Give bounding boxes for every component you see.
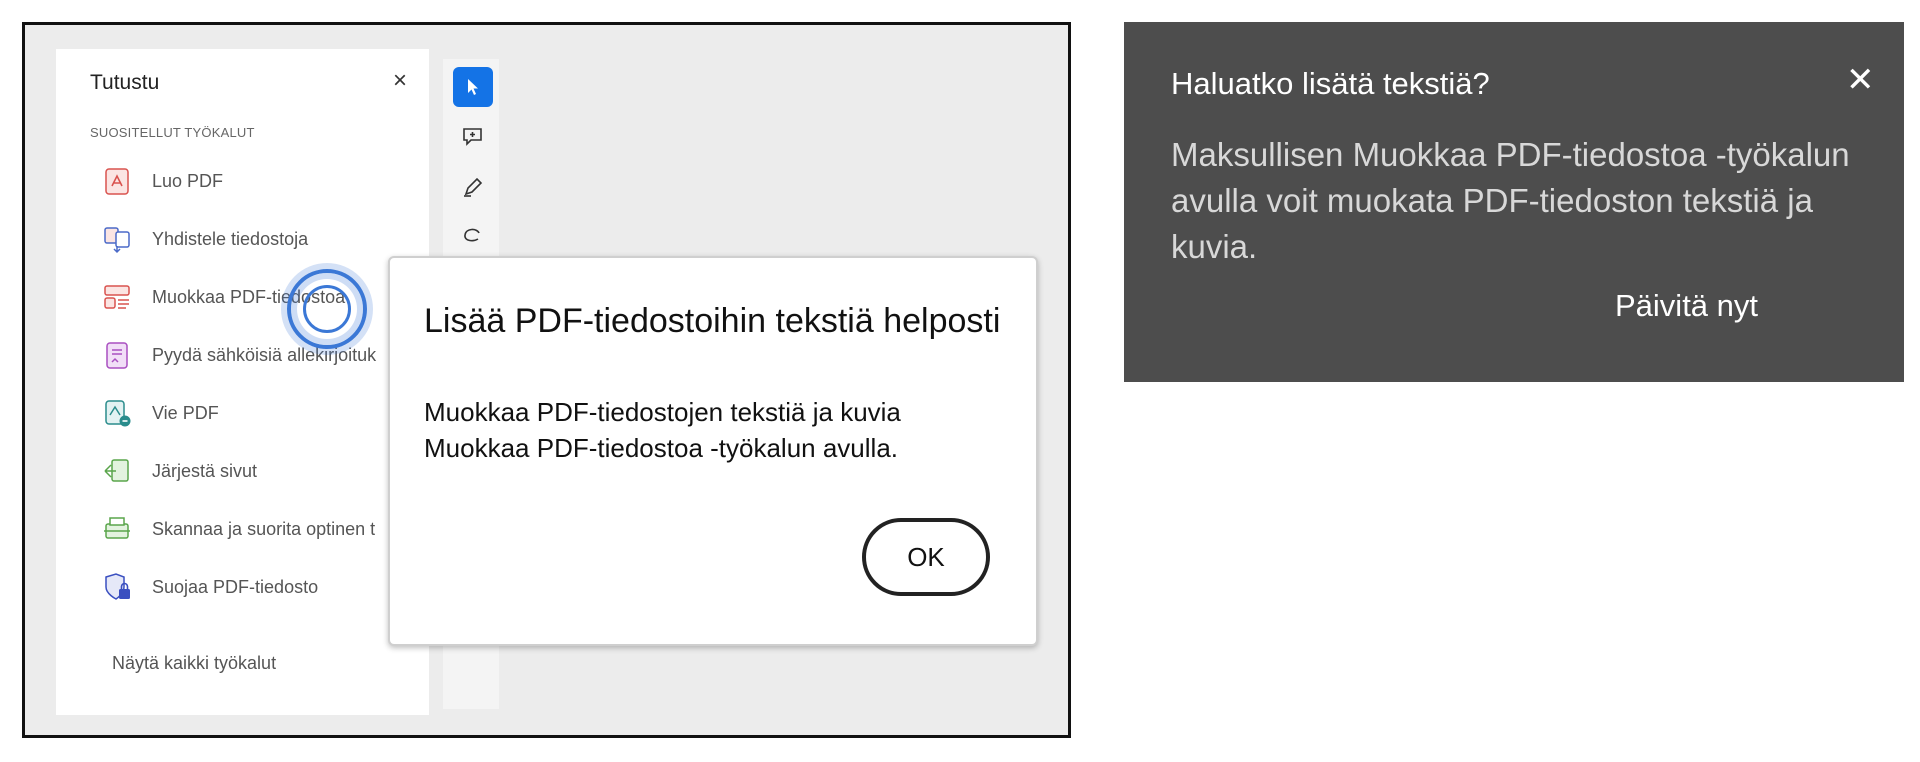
panel-close-button[interactable]: × bbox=[393, 67, 407, 95]
tool-edit-pdf[interactable]: Muokkaa PDF-tiedostoa bbox=[102, 277, 432, 317]
tool-organize-pages[interactable]: Järjestä sivut bbox=[102, 451, 432, 491]
tool-combine-files[interactable]: Yhdistele tiedostoja bbox=[102, 219, 432, 259]
tool-label: Pyydä sähköisiä allekirjoituk bbox=[152, 344, 377, 365]
panel-section-heading: SUOSITELLUT TYÖKALUT bbox=[90, 125, 255, 140]
tooltip-close-icon[interactable]: ✕ bbox=[1846, 60, 1875, 100]
tool-export-pdf[interactable]: Vie PDF bbox=[102, 393, 432, 433]
organize-pages-icon bbox=[104, 459, 129, 482]
protect-pdf-icon bbox=[105, 573, 130, 600]
scan-ocr-icon bbox=[104, 517, 130, 539]
upgrade-now-button[interactable]: Päivitä nyt bbox=[1615, 288, 1758, 324]
tool-label: Vie PDF bbox=[152, 402, 219, 423]
ok-button[interactable]: OK bbox=[862, 518, 990, 596]
draw-freeform-icon bbox=[464, 228, 480, 242]
dialog-body-line: Muokkaa PDF-tiedostoa -työkalun avulla. bbox=[424, 433, 899, 463]
dialog-title: Lisää PDF-tiedostoihin tekstiä helposti bbox=[424, 302, 1001, 340]
add-comment-button[interactable] bbox=[453, 117, 493, 157]
dialog-body: Muokkaa PDF-tiedostojen tekstiä ja kuvia… bbox=[424, 394, 1004, 466]
highlight-pen-icon bbox=[464, 177, 483, 197]
tool-request-esign[interactable]: Pyydä sähköisiä allekirjoituk bbox=[102, 335, 432, 375]
tool-create-pdf[interactable]: Luo PDF bbox=[102, 161, 432, 201]
export-pdf-icon bbox=[105, 400, 131, 427]
select-tool-icon bbox=[468, 79, 478, 95]
tool-label: Muokkaa PDF-tiedostoa bbox=[152, 286, 346, 307]
tooltip-body: Maksullisen Muokkaa PDF-tiedostoa -työka… bbox=[1171, 136, 1850, 265]
tool-label: Järjestä sivut bbox=[152, 460, 258, 481]
upgrade-tooltip: Haluatko lisätä tekstiä? ✕ Maksullisen M… bbox=[1124, 22, 1904, 382]
tools-panel: Tutustu × SUOSITELLUT TYÖKALUT Luo PDF Y… bbox=[56, 49, 429, 715]
tool-label: Suojaa PDF-tiedosto bbox=[152, 576, 319, 597]
tool-label: Yhdistele tiedostoja bbox=[152, 228, 309, 249]
edit-pdf-icon bbox=[104, 285, 130, 309]
upsell-dialog: Lisää PDF-tiedostoihin tekstiä helposti … bbox=[388, 256, 1038, 646]
panel-title: Tutustu bbox=[90, 71, 160, 94]
add-comment-icon bbox=[463, 128, 482, 146]
show-all-tools-link[interactable]: Näytä kaikki työkalut bbox=[112, 653, 276, 674]
request-esign-icon bbox=[106, 342, 128, 369]
tool-protect-pdf[interactable]: Suojaa PDF-tiedosto bbox=[102, 567, 432, 607]
tool-label: Skannaa ja suorita optinen t bbox=[152, 518, 376, 539]
combine-files-icon bbox=[104, 227, 130, 254]
create-pdf-icon bbox=[105, 168, 129, 195]
draw-freeform-button[interactable] bbox=[453, 217, 493, 257]
tool-label: Luo PDF bbox=[152, 170, 224, 191]
select-tool-button[interactable] bbox=[453, 67, 493, 107]
tooltip-title: Haluatko lisätä tekstiä? bbox=[1171, 66, 1490, 101]
app-screenshot-frame: Tutustu × SUOSITELLUT TYÖKALUT Luo PDF Y… bbox=[22, 22, 1071, 738]
dialog-body-line: Muokkaa PDF-tiedostojen tekstiä ja kuvia bbox=[424, 397, 901, 427]
highlight-pen-button[interactable] bbox=[453, 167, 493, 207]
tool-scan-ocr[interactable]: Skannaa ja suorita optinen t bbox=[102, 509, 432, 549]
